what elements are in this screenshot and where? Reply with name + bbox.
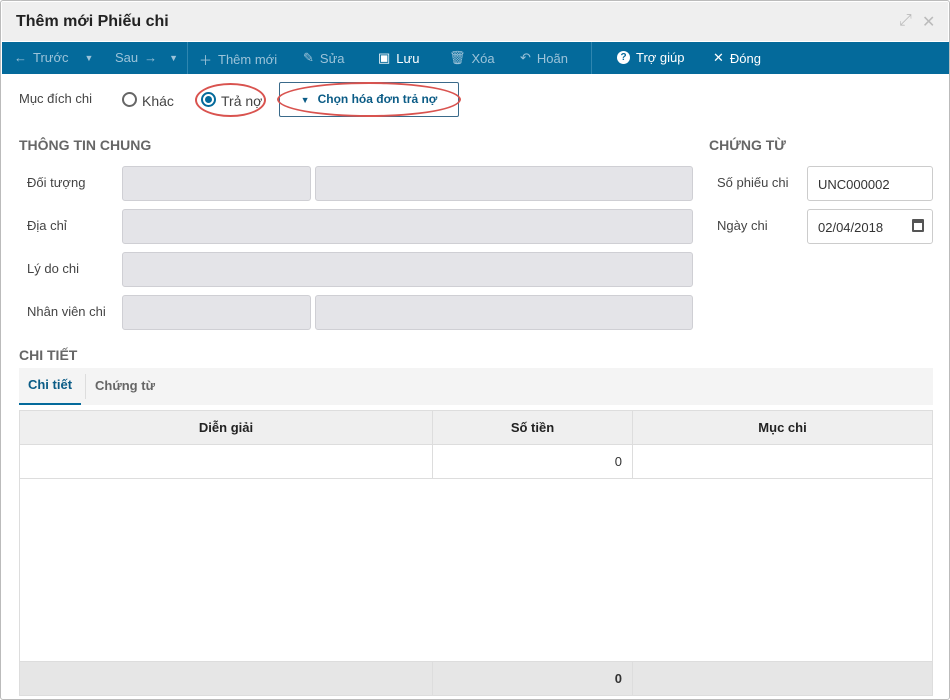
voucher-number-label: Số phiếu chi (717, 175, 789, 190)
radio-other[interactable] (122, 92, 137, 107)
calendar-icon[interactable] (912, 219, 924, 232)
employee-code-input[interactable] (122, 295, 311, 330)
arrow-right-icon: → (144, 50, 158, 65)
tab-bar: Chi tiết Chứng từ (19, 368, 933, 405)
address-label: Địa chỉ (27, 218, 67, 233)
section-detail-title: CHI TIẾT (19, 347, 78, 363)
object-code-input[interactable] (122, 166, 311, 201)
divider (187, 42, 188, 74)
maximize-icon[interactable]: ⤢ (899, 12, 912, 30)
close-icon[interactable]: ✕ (922, 12, 935, 32)
save-icon: ▣ (378, 50, 391, 65)
column-header[interactable]: Mục chi (632, 410, 933, 445)
arrow-left-icon: ← (14, 50, 27, 65)
section-general-title: THÔNG TIN CHUNG (19, 137, 152, 153)
date-label: Ngày chi (717, 218, 768, 233)
divider (591, 42, 592, 74)
plus-icon: ＋ (199, 53, 213, 68)
next-button[interactable]: Sau → ▼ (115, 50, 178, 65)
highlight-annotation (195, 83, 266, 117)
column-header[interactable]: Số tiền (432, 410, 633, 445)
tab-vouchers[interactable]: Chứng từ (95, 368, 155, 405)
highlight-annotation (277, 82, 461, 117)
dialog-title: Thêm mới Phiếu chi (16, 13, 169, 30)
undo-button[interactable]: ↶ Hoãn (520, 50, 568, 66)
trash-icon: 🗑 (449, 50, 466, 65)
title-bar: Thêm mới Phiếu chi ⤢ ✕ (2, 2, 948, 41)
column-header[interactable]: Diễn giải (19, 410, 433, 445)
add-button[interactable]: ＋ Thêm mới (199, 50, 277, 69)
toolbar: ← Trước ▼ Sau → ▼ ＋ Thêm mới ✎ Sửa ▣ Lưu 🗑 Xóa ↶… (2, 42, 949, 74)
caret-down-icon: ▼ (169, 52, 179, 63)
help-button[interactable]: ? Trợ giúp (617, 50, 685, 65)
pencil-icon: ✎ (303, 50, 314, 65)
total-row: 0 (19, 661, 933, 696)
help-icon: ? (617, 51, 630, 64)
caret-down-icon: ▼ (84, 52, 94, 63)
purpose-label: Mục đích chi (19, 91, 92, 106)
x-icon: ✕ (713, 50, 724, 65)
section-voucher-title: CHỨNG TỪ (709, 137, 786, 153)
reason-input[interactable] (122, 252, 693, 287)
address-input[interactable] (122, 209, 693, 244)
voucher-number-input[interactable]: UNC000002 (807, 166, 933, 201)
radio-other-label[interactable]: Khác (142, 93, 174, 109)
close-button[interactable]: ✕ Đóng (713, 50, 761, 66)
object-label: Đối tượng (27, 175, 86, 190)
dialog-window: Thêm mới Phiếu chi ⤢ ✕ ← Trước ▼ Sau → ▼ ＋ Th… (0, 0, 950, 700)
object-name-input[interactable] (315, 166, 693, 201)
reason-label: Lý do chi (27, 261, 80, 276)
edit-button[interactable]: ✎ Sửa (303, 50, 345, 66)
tab-detail[interactable]: Chi tiết (19, 368, 81, 405)
prev-button[interactable]: ← Trước ▼ (14, 50, 93, 65)
table-row[interactable]: 0 (19, 444, 933, 479)
employee-name-input[interactable] (315, 295, 693, 330)
detail-table: Diễn giải Số tiền Mục chi 0 0 (19, 410, 933, 696)
delete-button[interactable]: 🗑 Xóa (449, 50, 495, 66)
undo-icon: ↶ (520, 50, 531, 65)
employee-label: Nhân viên chi (27, 304, 106, 319)
date-input[interactable]: 02/04/2018 (807, 209, 933, 244)
save-button[interactable]: ▣ Lưu (378, 50, 419, 66)
